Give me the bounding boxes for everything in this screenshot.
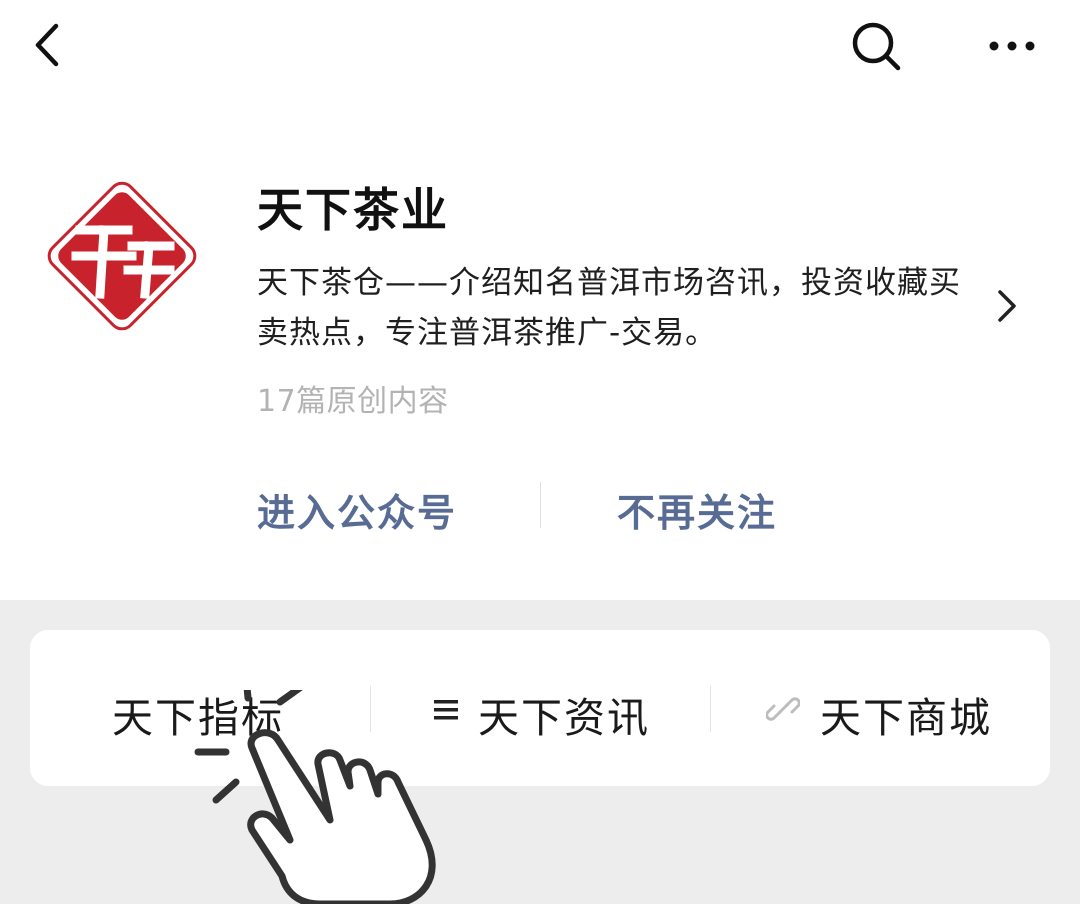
more-dots-icon[interactable]: [984, 24, 1040, 68]
original-count: 17篇原创内容: [257, 384, 449, 419]
chevron-left-icon[interactable]: [26, 20, 76, 70]
top-bar: [0, 0, 1080, 100]
divider: [540, 482, 541, 528]
tap-hand-icon: [194, 690, 436, 904]
enter-account-button[interactable]: 进入公众号: [257, 482, 457, 537]
menu-section: 天下指标 天下资讯 天下商城: [0, 600, 1080, 904]
custom-menu: 天下指标 天下资讯 天下商城: [30, 630, 1050, 786]
account-description[interactable]: 天下茶仓——介绍知名普洱市场咨讯，投资收藏买卖热点，专注普洱茶推广-交易。: [257, 258, 987, 358]
menu-item-label: 天下资讯: [478, 694, 650, 742]
account-name: 天下茶业: [257, 183, 449, 237]
unfollow-button[interactable]: 不再关注: [617, 482, 777, 537]
account-actions: 进入公众号 不再关注: [257, 478, 1057, 538]
chevron-right-icon[interactable]: [992, 286, 1020, 326]
account-profile: 天下茶业 天下茶仓——介绍知名普洱市场咨讯，投资收藏买卖热点，专注普洱茶推广-交…: [0, 100, 1080, 600]
menu-item-label: 天下商城: [820, 694, 992, 742]
link-icon: [766, 697, 800, 721]
search-icon[interactable]: [848, 18, 904, 74]
tianxia-diamond-logo: [47, 181, 197, 331]
menu-item-mall[interactable]: 天下商城: [710, 630, 1050, 786]
